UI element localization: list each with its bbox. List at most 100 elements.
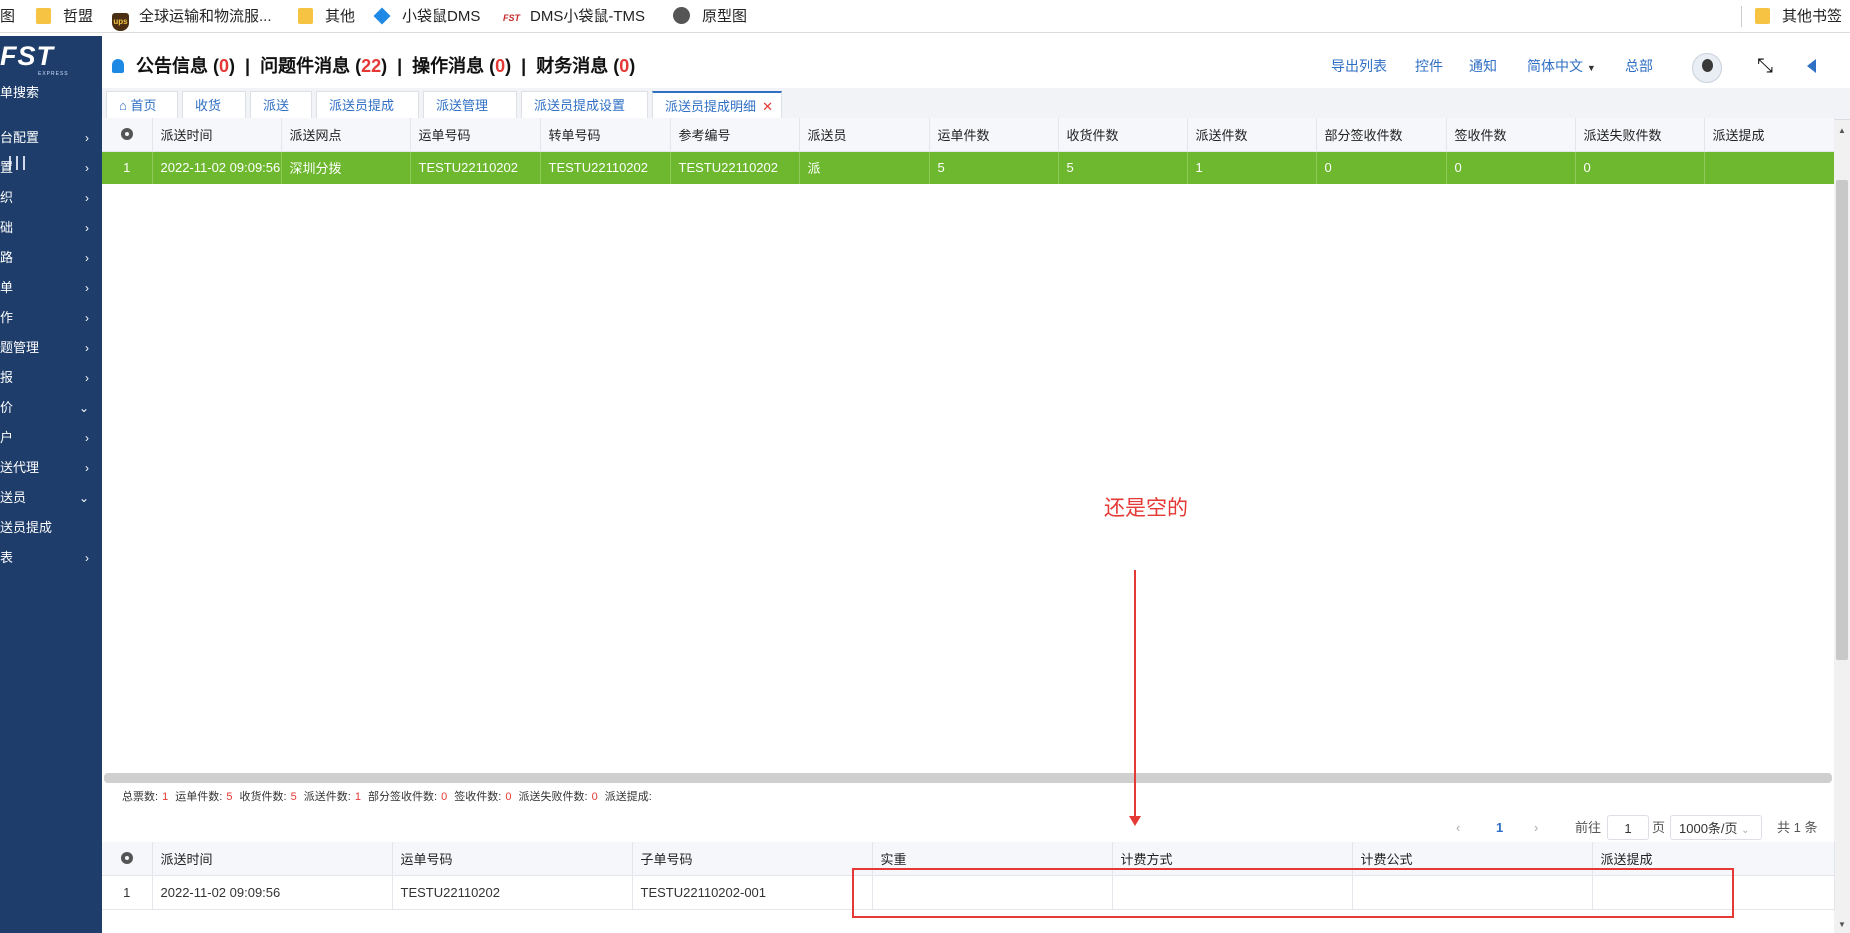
bookmark-item[interactable]: 其他 bbox=[298, 0, 355, 33]
problem-link[interactable]: 问题件消息 (22) bbox=[260, 56, 387, 76]
column-header[interactable]: 运单号码 bbox=[410, 118, 541, 152]
sidebar: FST EXPRESS 单搜索 台配置 › 置 › 织 › 础 › 路 › 单 › 作 › 题管理 › 报 › 价 ⌄… bbox=[0, 36, 102, 933]
column-header[interactable]: 派送时间 bbox=[152, 118, 282, 152]
tab-commission[interactable]: 派送员提成 bbox=[316, 91, 419, 119]
chevron-right-icon: › bbox=[85, 461, 89, 475]
summary-bar: 总票数: 1 运单件数: 5 收货件数: 5 派送件数: 1 部分签收件数: 0 签收件数… bbox=[122, 791, 652, 803]
control-link[interactable]: 控件 bbox=[1415, 38, 1443, 94]
sidebar-item[interactable]: 础 › bbox=[0, 213, 102, 243]
goto-page-input[interactable]: 1 bbox=[1607, 815, 1649, 840]
settings-gear-icon[interactable] bbox=[102, 118, 153, 152]
column-header[interactable]: 派送时间 bbox=[152, 842, 393, 876]
close-icon[interactable]: ✕ bbox=[762, 93, 773, 121]
vertical-scrollbar[interactable]: ▲ ▼ bbox=[1834, 120, 1850, 933]
finance-link[interactable]: 财务消息 (0) bbox=[536, 56, 635, 76]
sidebar-item[interactable]: 题管理 › bbox=[0, 333, 102, 363]
column-header[interactable]: 派送提成 bbox=[1704, 118, 1835, 152]
bookmark-item[interactable]: ups 全球运输和物流服... bbox=[112, 0, 272, 33]
next-page-button[interactable]: › bbox=[1534, 815, 1538, 840]
sidebar-item[interactable]: 送员 ⌄ bbox=[0, 483, 102, 513]
bookmark-item[interactable]: 小袋鼠DMS bbox=[373, 0, 480, 33]
tab-home[interactable]: ⌂ 首页 bbox=[106, 91, 178, 119]
hq-link[interactable]: 总部 bbox=[1625, 38, 1653, 94]
sidebar-item[interactable]: 织 › bbox=[0, 183, 102, 213]
tab-commission-settings[interactable]: 派送员提成设置 bbox=[521, 91, 648, 119]
sidebar-item[interactable]: 送代理 › bbox=[0, 453, 102, 483]
chevron-down-icon: ⌄ bbox=[1741, 825, 1750, 836]
language-select[interactable]: 简体中文 ▼ bbox=[1527, 38, 1596, 94]
bookmark-item[interactable]: 原型图 bbox=[673, 0, 747, 33]
current-page[interactable]: 1 bbox=[1496, 815, 1503, 840]
table-cell: 派 bbox=[799, 151, 930, 184]
bookmarks-bar: 图 哲盟 ups 全球运输和物流服... 其他 小袋鼠DMS FST DMS小袋鼠-… bbox=[0, 0, 1850, 33]
chevron-right-icon: › bbox=[85, 551, 89, 565]
tab-receive[interactable]: 收货 bbox=[182, 91, 246, 119]
bookmark-item[interactable]: 哲盟 bbox=[36, 0, 93, 33]
table-cell: 2022-11-02 09:09:56 bbox=[152, 151, 282, 184]
export-list-link[interactable]: 导出列表 bbox=[1331, 38, 1387, 94]
sidebar-item[interactable]: 置 › bbox=[0, 153, 102, 183]
tab-delivery[interactable]: 派送 bbox=[250, 91, 312, 119]
column-header[interactable]: 子单号码 bbox=[632, 842, 873, 876]
page-size-select[interactable]: 1000条/页 ⌄ bbox=[1670, 815, 1762, 840]
announce-link[interactable]: 公告信息 (0) bbox=[136, 56, 235, 76]
scroll-up-icon[interactable]: ▲ bbox=[1838, 126, 1846, 135]
table-cell: 2022-11-02 09:09:56 bbox=[152, 875, 393, 910]
column-header[interactable]: 运单件数 bbox=[929, 118, 1059, 152]
tab-delivery-mgmt[interactable]: 派送管理 bbox=[423, 91, 517, 119]
fullscreen-exit-icon[interactable]: ⤡ bbox=[1757, 56, 1773, 76]
column-header[interactable]: 转单号码 bbox=[540, 118, 671, 152]
collapse-icon[interactable] bbox=[1807, 59, 1816, 73]
bell-icon bbox=[112, 59, 124, 73]
column-header[interactable]: 派送网点 bbox=[281, 118, 411, 152]
operation-link[interactable]: 操作消息 (0) bbox=[412, 56, 511, 76]
column-header[interactable]: 部分签收件数 bbox=[1316, 118, 1447, 152]
scroll-down-icon[interactable]: ▼ bbox=[1838, 920, 1846, 929]
sidebar-item[interactable]: 台配置 › bbox=[0, 123, 102, 153]
logo-subtitle: EXPRESS bbox=[38, 71, 69, 77]
sidebar-item[interactable]: 作 › bbox=[0, 303, 102, 333]
sidebar-item[interactable]: 价 ⌄ bbox=[0, 393, 102, 423]
column-header[interactable]: 运单号码 bbox=[392, 842, 633, 876]
logo: FST bbox=[0, 41, 54, 71]
tab-commission-detail[interactable]: 派送员提成明细 ✕ bbox=[652, 91, 782, 119]
sidebar-search[interactable]: 单搜索 bbox=[0, 78, 102, 108]
bookmark-item[interactable]: FST DMS小袋鼠-TMS bbox=[503, 0, 645, 33]
chevron-right-icon: › bbox=[85, 161, 89, 175]
sidebar-item[interactable]: 户 › bbox=[0, 423, 102, 453]
chevron-right-icon: › bbox=[85, 371, 89, 385]
chevron-right-icon: › bbox=[85, 341, 89, 355]
avatar[interactable] bbox=[1692, 53, 1722, 83]
chevron-right-icon: › bbox=[85, 251, 89, 265]
table-cell: TESTU22110202 bbox=[410, 151, 541, 184]
column-header[interactable]: 收货件数 bbox=[1058, 118, 1188, 152]
annotation-arrowhead bbox=[1129, 816, 1141, 826]
column-header[interactable]: 签收件数 bbox=[1446, 118, 1576, 152]
chevron-down-icon: ⌄ bbox=[78, 491, 89, 505]
scrollbar-thumb[interactable] bbox=[1836, 180, 1848, 660]
prev-page-button[interactable]: ‹ bbox=[1456, 815, 1460, 840]
table-cell: TESTU22110202 bbox=[670, 151, 800, 184]
sidebar-item[interactable]: 表 › bbox=[0, 543, 102, 573]
sidebar-item[interactable]: 报 › bbox=[0, 363, 102, 393]
chevron-right-icon: › bbox=[85, 281, 89, 295]
total-count: 共 1 条 bbox=[1777, 820, 1818, 835]
column-header[interactable]: 派送员 bbox=[799, 118, 930, 152]
chevron-right-icon: › bbox=[85, 131, 89, 145]
bookmark-item[interactable]: 图 bbox=[0, 0, 15, 33]
column-header[interactable]: 派送失败件数 bbox=[1575, 118, 1705, 152]
annotation-arrow bbox=[1134, 570, 1136, 822]
settings-gear-icon[interactable] bbox=[102, 842, 153, 876]
sidebar-item[interactable]: 送员提成 bbox=[0, 513, 102, 543]
sidebar-item[interactable]: 单 › bbox=[0, 273, 102, 303]
column-header[interactable]: 派送件数 bbox=[1187, 118, 1317, 152]
folder-icon bbox=[298, 8, 313, 24]
bookmark-item[interactable]: 其他书签 bbox=[1755, 0, 1842, 33]
table-cell bbox=[1704, 151, 1835, 184]
sidebar-item[interactable]: 路 › bbox=[0, 243, 102, 273]
home-icon: ⌂ bbox=[119, 98, 131, 113]
column-header[interactable]: 参考编号 bbox=[670, 118, 800, 152]
notify-link[interactable]: 通知 bbox=[1469, 38, 1497, 94]
main-table: 派送时间 派送网点 运单号码 转单号码 参考编号 派送员 运单件数 收货件数 派送件数 部分签收件… bbox=[102, 118, 1835, 184]
table-row[interactable]: 1 2022-11-02 09:09:56 深圳分拨 TESTU22110202 TES… bbox=[102, 151, 1835, 184]
